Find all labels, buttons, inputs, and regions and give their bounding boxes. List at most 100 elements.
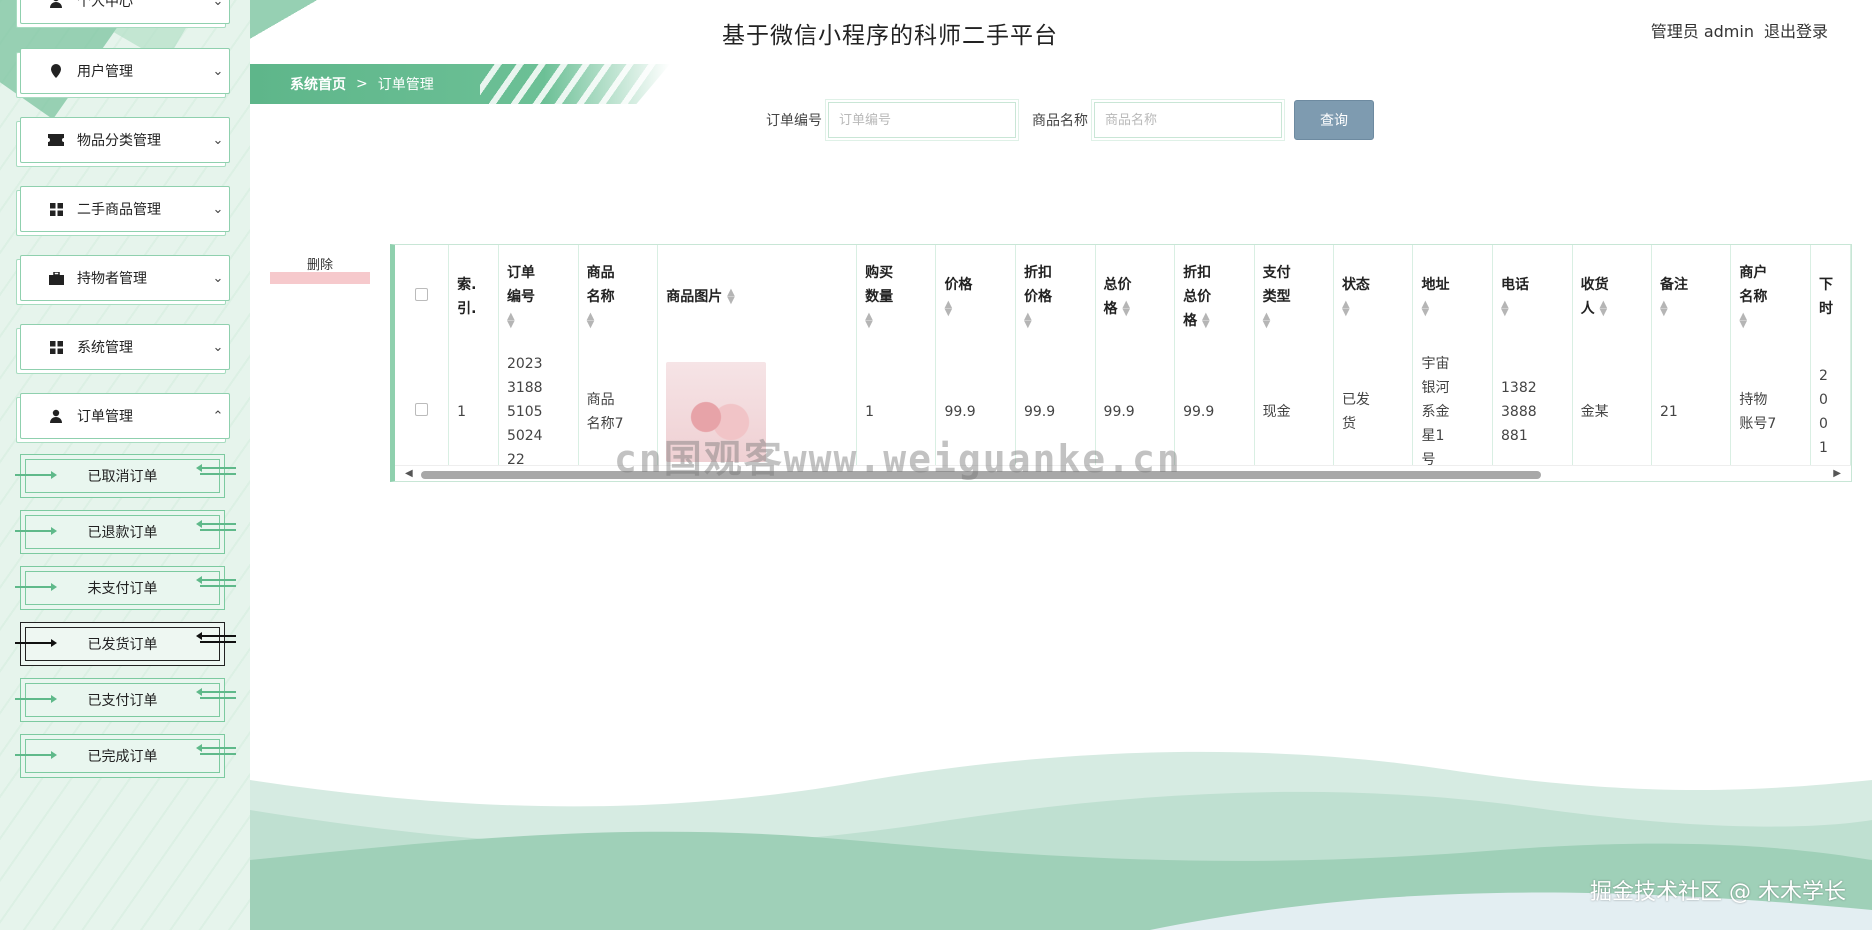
- arrow-decoration-icon: [15, 695, 57, 703]
- sort-icon[interactable]: ▲ ▼: [1263, 312, 1271, 330]
- arrow-decoration-icon: [196, 688, 236, 699]
- header-discount-total[interactable]: 折扣 总价 格 ▲ ▼: [1174, 245, 1255, 349]
- user-icon: [47, 0, 65, 10]
- sub-item-cancelled-orders[interactable]: 已取消订单: [15, 454, 236, 498]
- sort-icon[interactable]: ▲ ▼: [1122, 300, 1130, 318]
- logout-link[interactable]: 退出登录: [1764, 18, 1828, 42]
- arrow-decoration-icon: [15, 639, 57, 647]
- search-bar: 订单编号 商品名称 查询: [766, 99, 1374, 141]
- scroll-right-icon[interactable]: ▶: [1833, 468, 1841, 479]
- cell-text: 202331885105502422: [506, 356, 543, 468]
- cell-order-time: 2 0 0 1: [1810, 349, 1851, 475]
- sub-item-label: 未支付订单: [87, 581, 158, 597]
- chevron-up-icon: ⌃: [212, 408, 224, 424]
- sub-item-label: 已支付订单: [87, 693, 158, 709]
- chevron-down-icon: ⌄: [212, 63, 224, 79]
- arrow-decoration-icon: [196, 520, 236, 531]
- delete-button-label: 删除: [306, 258, 333, 273]
- header-pay-type[interactable]: 支付 类型 ▲ ▼: [1254, 245, 1334, 349]
- user-area: 管理员 admin 退出登录: [1651, 18, 1828, 42]
- chevron-down-icon: ⌄: [212, 270, 224, 286]
- breadcrumb-stripes: [480, 64, 660, 104]
- sub-item-label: 已退款订单: [87, 525, 158, 541]
- sort-icon[interactable]: ▲ ▼: [865, 312, 873, 330]
- cell-pay-type: 现金: [1254, 349, 1334, 475]
- cell-receiver: 金某: [1572, 349, 1652, 475]
- sort-icon[interactable]: ▲ ▼: [507, 312, 515, 330]
- sidebar-item-label: 系统管理: [77, 340, 133, 356]
- sidebar-item-category-management[interactable]: 物品分类管理 ⌄: [20, 117, 230, 163]
- sort-icon[interactable]: ▲ ▼: [1342, 300, 1350, 318]
- sidebar-item-label: 订单管理: [77, 409, 133, 425]
- sub-item-completed-orders[interactable]: 已完成订单: [15, 734, 236, 778]
- select-all-checkbox[interactable]: [395, 245, 450, 349]
- sort-icon[interactable]: ▲ ▼: [1739, 312, 1747, 330]
- delete-button[interactable]: 删除: [270, 254, 370, 284]
- cell-text: 持物账号7: [1739, 392, 1777, 432]
- sort-icon[interactable]: ▲ ▼: [1600, 300, 1608, 318]
- header-total[interactable]: 总价 格 ▲ ▼: [1095, 245, 1176, 349]
- sub-item-shipped-orders[interactable]: 已发货订单: [15, 622, 236, 666]
- header-goods-image[interactable]: 商品图片 ▲ ▼: [657, 245, 858, 349]
- sort-icon[interactable]: ▲ ▼: [1660, 300, 1668, 318]
- order-no-label: 订单编号: [766, 113, 822, 129]
- goods-name-input[interactable]: [1091, 99, 1285, 141]
- header-status[interactable]: 状态 ▲ ▼: [1333, 245, 1414, 349]
- header-text: 备注: [1659, 277, 1688, 293]
- sidebar-item-holder-management[interactable]: 持物者管理 ⌄: [20, 255, 230, 301]
- sidebar-item-system-management[interactable]: 系统管理 ⌄: [20, 324, 230, 370]
- sort-icon[interactable]: ▲ ▼: [1024, 312, 1032, 330]
- sidebar-item-label: 用户管理: [77, 64, 133, 80]
- sort-icon[interactable]: ▲ ▼: [587, 312, 595, 330]
- row-checkbox[interactable]: [395, 349, 450, 475]
- user-label: 管理员 admin: [1650, 22, 1754, 41]
- user-icon: [47, 407, 65, 425]
- cell-text: 13823888881: [1501, 380, 1537, 444]
- header-discount-price[interactable]: 折扣 价格 ▲ ▼: [1015, 245, 1096, 349]
- credit-text: 掘金技术社区 @ 木木学长: [1590, 880, 1846, 905]
- grid-icon: [47, 200, 65, 218]
- sub-item-unpaid-orders[interactable]: 未支付订单: [15, 566, 236, 610]
- header-address[interactable]: 地址 ▲ ▼: [1412, 245, 1493, 349]
- breadcrumb-separator: >: [356, 76, 368, 92]
- sort-icon[interactable]: ▲ ▼: [1501, 300, 1509, 318]
- header-quantity[interactable]: 购买 数量 ▲ ▼: [856, 245, 937, 349]
- header-phone[interactable]: 电话 ▲ ▼: [1492, 245, 1573, 349]
- header-receiver[interactable]: 收货 人 ▲ ▼: [1572, 245, 1652, 349]
- header-text: 商品图片: [666, 289, 723, 305]
- cell-order-no: 202331885105502422: [498, 349, 579, 475]
- sub-item-paid-orders[interactable]: 已支付订单: [15, 678, 236, 722]
- query-button[interactable]: 查询: [1294, 100, 1374, 140]
- header-text: 下 时: [1819, 277, 1834, 317]
- scroll-left-icon[interactable]: ◀: [405, 468, 413, 479]
- cell-text: 宇宙银河系金星1号: [1421, 356, 1450, 468]
- header-goods-name[interactable]: 商品 名称 ▲ ▼: [578, 245, 659, 349]
- header-text: 电话: [1501, 277, 1529, 293]
- header-order-no[interactable]: 订单 编号 ▲ ▼: [498, 245, 579, 349]
- sidebar-item-order-management[interactable]: 订单管理 ⌃: [20, 393, 230, 439]
- sidebar-item-goods-management[interactable]: 二手商品管理 ⌄: [20, 186, 230, 232]
- sort-icon[interactable]: ▲ ▼: [944, 300, 952, 318]
- sidebar-item-user-management[interactable]: 用户管理 ⌄: [20, 48, 230, 94]
- arrow-decoration-icon: [196, 632, 236, 643]
- header-merchant[interactable]: 商户 名称 ▲ ▼: [1730, 245, 1812, 349]
- sort-icon[interactable]: ▲ ▼: [1421, 300, 1429, 318]
- sub-item-label: 已取消订单: [87, 469, 158, 485]
- header-order-time[interactable]: 下 时: [1810, 245, 1851, 349]
- breadcrumb: 系统首页 > 订单管理: [250, 64, 670, 104]
- arrow-decoration-icon: [196, 464, 236, 475]
- arrow-decoration-icon: [15, 527, 57, 535]
- order-no-input[interactable]: [825, 99, 1019, 141]
- header-note[interactable]: 备注 ▲ ▼: [1651, 245, 1732, 349]
- sort-icon[interactable]: ▲ ▼: [1202, 312, 1210, 330]
- table-header-row: 索. 引. 订单 编号 ▲ ▼ 商品 名称 ▲ ▼ 商品图片 ▲ ▼ 购买 数量 ▲ ▼ 价格…: [395, 245, 1851, 349]
- sort-icon[interactable]: ▲ ▼: [727, 288, 735, 306]
- sidebar-item-personal-center[interactable]: 个人中心 ⌄: [20, 0, 230, 24]
- header-text: 索. 引.: [457, 277, 477, 317]
- sub-item-refunded-orders[interactable]: 已退款订单: [15, 510, 236, 554]
- chevron-down-icon: ⌄: [212, 339, 224, 355]
- sidebar: 个人中心 ⌄ 用户管理 ⌄ 物品分类管理 ⌄ 二手商品管理 ⌄ 持物者管理 ⌄: [0, 0, 250, 930]
- header-price[interactable]: 价格 ▲ ▼: [935, 245, 1016, 349]
- breadcrumb-home[interactable]: 系统首页: [290, 74, 346, 94]
- cell-note: 21: [1651, 349, 1732, 475]
